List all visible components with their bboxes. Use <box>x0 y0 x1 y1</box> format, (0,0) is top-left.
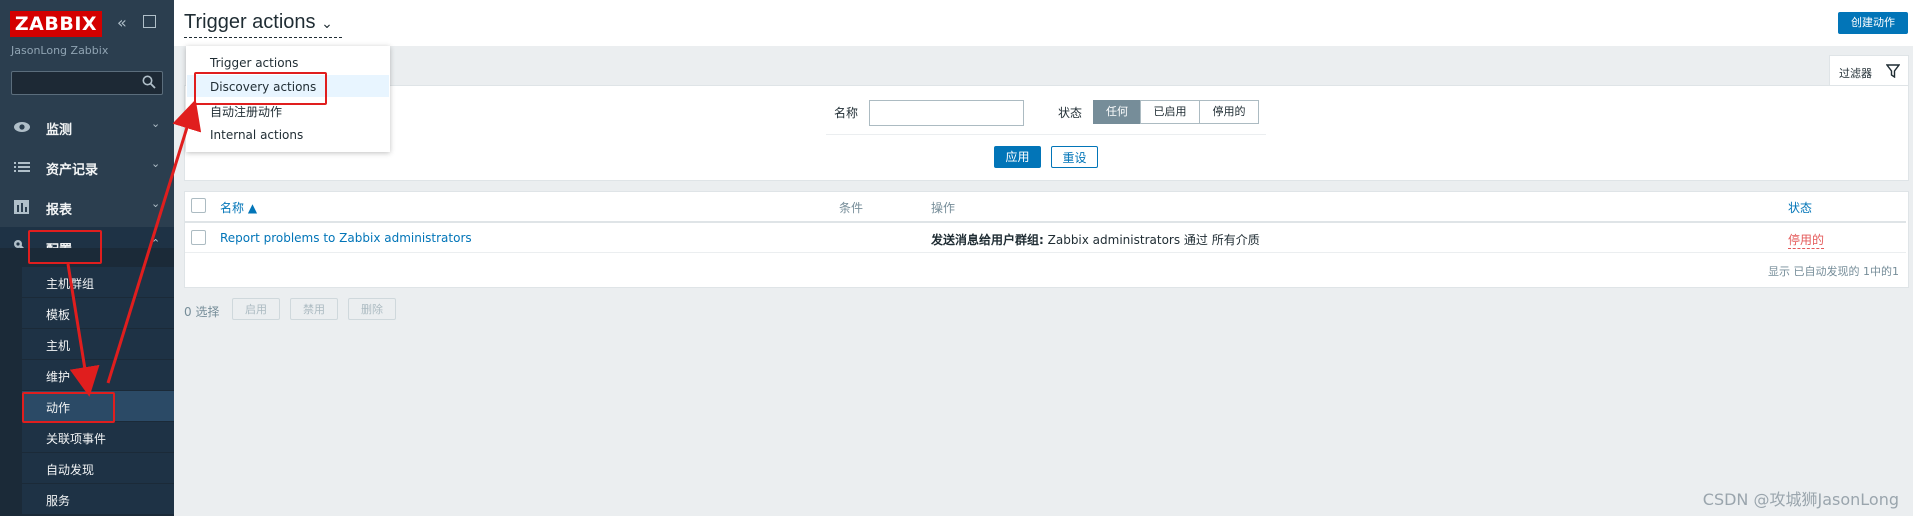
action-operations: 发送消息给用户群组: Zabbix administrators 通过 所有介质 <box>931 231 1260 248</box>
apply-button[interactable]: 应用 <box>994 146 1041 168</box>
watermark: CSDN @攻城狮JasonLong <box>1702 490 1899 509</box>
filter-tab-label: 过滤器 <box>1839 67 1872 80</box>
status-option-disabled[interactable]: 停用的 <box>1199 100 1259 124</box>
header-divider <box>185 221 1906 223</box>
status-option-enabled[interactable]: 已启用 <box>1140 100 1200 124</box>
column-header-operations: 操作 <box>931 201 956 215</box>
reset-button[interactable]: 重设 <box>1051 146 1098 168</box>
row-divider <box>185 252 1906 253</box>
filter-panel <box>184 85 1909 181</box>
filter-name-input[interactable] <box>869 100 1024 126</box>
column-header-conditions: 条件 <box>839 201 864 215</box>
status-option-any[interactable]: 任何 <box>1093 100 1141 124</box>
annotation-arrows <box>66 99 202 397</box>
submenu-item-services[interactable]: 服务 <box>22 484 174 514</box>
status-toggle-link[interactable]: 停用的 <box>1788 231 1825 249</box>
filter-status-label: 状态 <box>1058 106 1083 120</box>
operation-label: 发送消息给用户群组: <box>931 233 1044 247</box>
filter-name-label: 名称 <box>834 106 859 120</box>
submenu-item-discovery[interactable]: 自动发现 <box>22 453 174 483</box>
header-bar <box>174 0 1913 46</box>
table-footer-count: 显示 已自动发现的 1中的1 <box>1768 265 1899 278</box>
filter-divider <box>826 134 1266 135</box>
create-action-button[interactable]: 创建动作 <box>1838 12 1908 34</box>
submenu-label: 服务 <box>46 494 71 508</box>
filter-icon <box>1886 64 1900 78</box>
column-header-status[interactable]: 状态 <box>1788 199 1812 216</box>
operation-detail: Zabbix administrators 通过 所有介质 <box>1043 233 1260 247</box>
submenu-label: 自动发现 <box>46 463 95 477</box>
filter-tab[interactable]: 过滤器 <box>1829 55 1909 86</box>
